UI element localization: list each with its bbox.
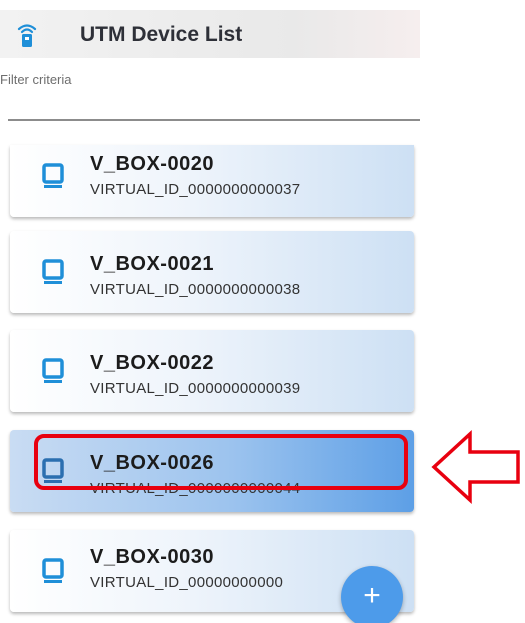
device-icon [42,358,64,383]
filter-underline [8,119,420,121]
device-name: V_BOX-0022 [90,352,214,374]
plus-icon: + [363,579,381,612]
add-device-button[interactable]: + [341,566,403,623]
filter-label: Filter criteria [0,72,72,87]
device-card-v-box-0022[interactable]: V_BOX-0022 VIRTUAL_ID_0000000000039 [10,330,414,412]
filter-input[interactable] [8,90,420,120]
device-id: VIRTUAL_ID_0000000000038 [90,281,301,298]
device-icon [42,163,64,188]
device-id: VIRTUAL_ID_0000000000037 [90,181,301,198]
app-bar: UTM Device List [0,10,420,58]
left-arrow-icon [431,430,520,504]
device-name: V_BOX-0020 [90,153,214,175]
device-name: V_BOX-0030 [90,546,214,568]
device-list-screen: UTM Device List Filter criteria V_BOX-00… [0,0,420,623]
device-icon [42,558,64,583]
device-id: VIRTUAL_ID_0000000000039 [90,380,301,397]
device-icon [42,259,64,284]
device-card-v-box-0020[interactable]: V_BOX-0020 VIRTUAL_ID_0000000000037 [10,145,414,217]
device-card-v-box-0021[interactable]: V_BOX-0021 VIRTUAL_ID_0000000000038 [10,231,414,313]
selection-highlight-box [34,434,408,490]
router-wifi-icon [17,24,37,47]
device-id: VIRTUAL_ID_00000000000 [90,574,284,591]
page-title: UTM Device List [80,23,243,46]
device-name: V_BOX-0021 [90,253,214,275]
